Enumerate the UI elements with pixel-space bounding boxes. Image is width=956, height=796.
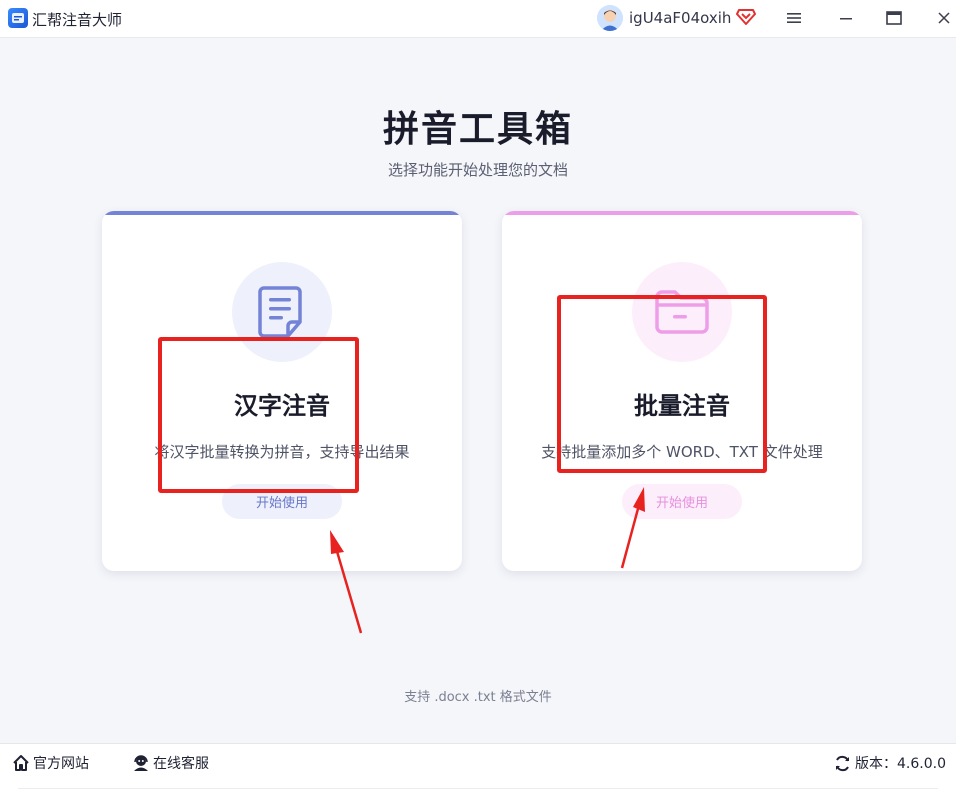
start-button-hanzi-zhuyin[interactable]: 开始使用: [222, 484, 342, 519]
username[interactable]: igU4aF04oxih: [629, 9, 731, 27]
online-service-label: 在线客服: [153, 756, 209, 772]
app-logo-icon: [8, 8, 28, 28]
card-description: 支持批量添加多个 WORD、TXT 文件处理: [541, 443, 823, 461]
version-info[interactable]: 版本：4.6.0.0: [834, 753, 946, 773]
home-icon: [13, 755, 29, 771]
hamburger-menu-icon[interactable]: [779, 5, 809, 31]
user-avatar[interactable]: [597, 5, 623, 31]
refresh-icon: [836, 755, 850, 771]
card-accent-bar: [102, 211, 462, 215]
minimize-icon[interactable]: [831, 5, 861, 31]
footer-bar: 官方网站 在线客服 版本：4.6.0.0: [0, 743, 956, 796]
folder-icon: [632, 262, 732, 362]
card-accent-bar: [502, 211, 862, 215]
maximize-icon[interactable]: [879, 5, 909, 31]
card-title: 汉字注音: [234, 392, 330, 420]
online-service-link[interactable]: 在线客服: [132, 753, 209, 773]
close-icon[interactable]: [929, 5, 956, 31]
page-title: 拼音工具箱: [382, 109, 573, 150]
card-title: 批量注音: [634, 392, 730, 420]
supported-formats-text: 支持 .docx .txt 格式文件: [404, 690, 552, 705]
version-label: 版本：4.6.0.0: [855, 756, 946, 772]
headset-icon: [134, 755, 148, 771]
diamond-icon[interactable]: [736, 8, 756, 26]
title-bar: 汇帮注音大师 igU4aF04oxih: [0, 0, 956, 38]
card-description: 将汉字批量转换为拼音，支持导出结果: [154, 443, 410, 461]
start-button-batch-zhuyin[interactable]: 开始使用: [622, 484, 742, 519]
page-subtitle: 选择功能开始处理您的文档: [387, 161, 568, 179]
footer-divider: [18, 788, 938, 789]
official-site-link[interactable]: 官方网站: [12, 753, 89, 773]
document-icon: [232, 262, 332, 362]
card-batch-zhuyin[interactable]: 批量注音 支持批量添加多个 WORD、TXT 文件处理 开始使用: [502, 211, 862, 571]
app-title: 汇帮注音大师: [32, 11, 123, 29]
card-hanzi-zhuyin[interactable]: 汉字注音 将汉字批量转换为拼音，支持导出结果 开始使用: [102, 211, 462, 571]
official-site-label: 官方网站: [33, 756, 89, 772]
